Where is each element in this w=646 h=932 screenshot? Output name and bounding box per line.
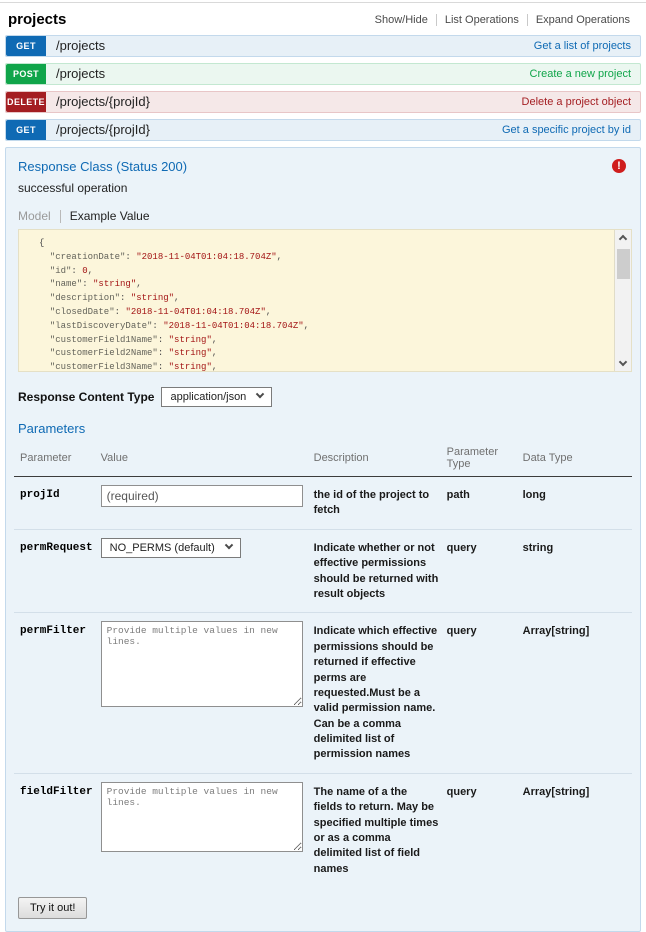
model-tabs: Model Example Value <box>18 209 632 223</box>
permrequest-select[interactable]: NO_PERMS (default) <box>101 538 241 558</box>
col-description: Description <box>314 440 447 477</box>
show-hide-link[interactable]: Show/Hide <box>367 14 436 26</box>
param-name: projId <box>14 477 101 530</box>
endpoint-summary[interactable]: Create a new project <box>530 64 632 84</box>
permfilter-textarea[interactable] <box>101 621 303 707</box>
endpoint-delete-project[interactable]: DELETE /projects/{projId} Delete a proje… <box>5 91 641 113</box>
http-method-badge: GET <box>6 36 46 56</box>
param-data-type: string <box>523 529 632 613</box>
http-method-badge: POST <box>6 64 46 84</box>
response-class-subtitle: successful operation <box>18 181 632 195</box>
resource-title: projects <box>8 11 66 28</box>
fieldfilter-textarea[interactable] <box>101 782 303 852</box>
param-name: permFilter <box>14 613 101 774</box>
param-description: The name of a the fields to return. May … <box>314 773 447 887</box>
http-method-badge: GET <box>6 120 46 140</box>
selected-content-type: application/json <box>170 391 246 403</box>
selected-perm-option: NO_PERMS (default) <box>110 542 215 554</box>
endpoint-path[interactable]: /projects/{projId} <box>56 92 150 112</box>
endpoint-post-projects[interactable]: POST /projects Create a new project <box>5 63 641 85</box>
response-content-type-row: Response Content Type application/json <box>18 387 632 407</box>
param-name: fieldFilter <box>14 773 101 887</box>
response-class-title: Response Class (Status 200) <box>18 159 187 174</box>
scroll-up-icon[interactable] <box>619 235 627 243</box>
list-operations-link[interactable]: List Operations <box>437 14 527 26</box>
param-type: query <box>447 529 523 613</box>
projid-input[interactable] <box>101 485 303 507</box>
endpoint-get-projects[interactable]: GET /projects Get a list of projects <box>5 35 641 57</box>
endpoint-summary[interactable]: Delete a project object <box>522 92 631 112</box>
param-type: path <box>447 477 523 530</box>
endpoint-get-project-by-id[interactable]: GET /projects/{projId} Get a specific pr… <box>5 119 641 141</box>
response-content-type-label: Response Content Type <box>18 390 154 404</box>
param-description: Indicate whether or not effective permis… <box>314 529 447 613</box>
col-data-type: Data Type <box>523 440 632 477</box>
col-value: Value <box>101 440 314 477</box>
param-row-projid: projId the id of the project to fetch pa… <box>14 477 632 530</box>
scroll-down-icon[interactable] <box>619 358 627 366</box>
param-row-permrequest: permRequest NO_PERMS (default) Indicate … <box>14 529 632 613</box>
col-parameter: Parameter <box>14 440 101 477</box>
param-description: the id of the project to fetch <box>314 477 447 530</box>
param-data-type: long <box>523 477 632 530</box>
endpoint-path[interactable]: /projects <box>56 36 105 56</box>
codebox-scrollbar[interactable] <box>614 230 631 371</box>
response-content-type-select[interactable]: application/json <box>161 387 272 407</box>
example-json: { "creationDate": "2018-11-04T01:04:18.7… <box>19 230 631 372</box>
param-data-type: Array[string] <box>523 613 632 774</box>
parameters-title: Parameters <box>18 421 632 436</box>
try-it-out-button[interactable]: Try it out! <box>18 897 87 919</box>
example-value-codebox: { "creationDate": "2018-11-04T01:04:18.7… <box>18 229 632 372</box>
endpoint-path[interactable]: /projects <box>56 64 105 84</box>
chevron-down-icon <box>256 390 264 398</box>
tab-example-value[interactable]: Example Value <box>70 209 150 223</box>
validation-error-icon[interactable]: ! <box>612 159 626 173</box>
param-row-fieldfilter: fieldFilter The name of a the fields to … <box>14 773 632 887</box>
endpoint-path[interactable]: /projects/{projId} <box>56 120 150 140</box>
param-name: permRequest <box>14 529 101 613</box>
chevron-down-icon <box>225 541 233 549</box>
tab-model[interactable]: Model <box>18 209 51 223</box>
param-type: query <box>447 773 523 887</box>
http-method-badge: DELETE <box>6 92 46 112</box>
endpoint-summary[interactable]: Get a list of projects <box>534 36 631 56</box>
expand-operations-link[interactable]: Expand Operations <box>528 14 638 26</box>
param-data-type: Array[string] <box>523 773 632 887</box>
param-type: query <box>447 613 523 774</box>
param-row-permfilter: permFilter Indicate which effective perm… <box>14 613 632 774</box>
endpoint-summary[interactable]: Get a specific project by id <box>502 120 631 140</box>
parameters-table: Parameter Value Description Parameter Ty… <box>14 440 632 887</box>
endpoint-list: GET /projects Get a list of projects POS… <box>5 35 641 141</box>
response-class-row: Response Class (Status 200) ! <box>14 157 632 174</box>
resource-links: Show/Hide List Operations Expand Operati… <box>367 14 638 26</box>
param-description: Indicate which effective permissions sho… <box>314 613 447 774</box>
scrollbar-thumb[interactable] <box>617 249 630 279</box>
table-header-row: Parameter Value Description Parameter Ty… <box>14 440 632 477</box>
operation-panel: Response Class (Status 200) ! successful… <box>5 147 641 932</box>
col-parameter-type: Parameter Type <box>447 440 523 477</box>
tab-separator <box>60 210 61 223</box>
resource-header: projects Show/Hide List Operations Expan… <box>0 3 646 35</box>
